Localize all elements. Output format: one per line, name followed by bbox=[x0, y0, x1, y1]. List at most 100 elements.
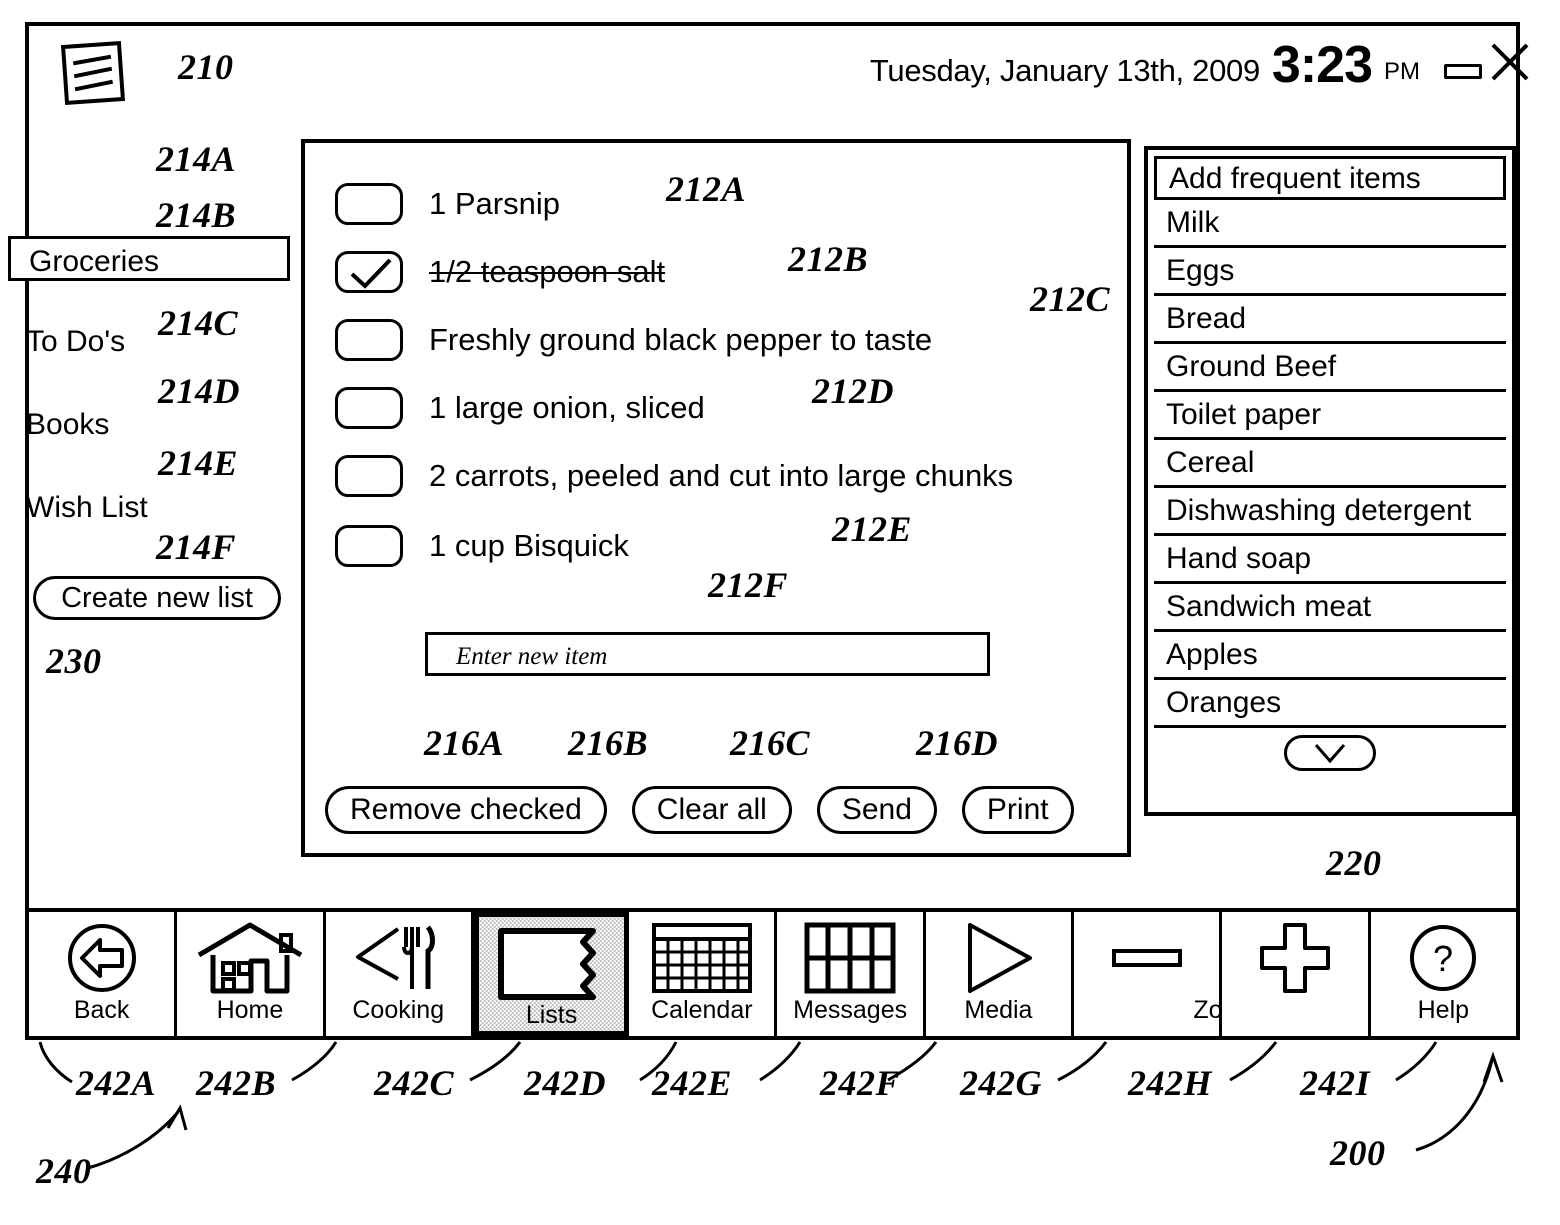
calendar-icon bbox=[651, 920, 753, 996]
remove-checked-label: Remove checked bbox=[350, 793, 582, 826]
create-new-list-button[interactable]: Create new list bbox=[33, 576, 281, 620]
minus-icon bbox=[1109, 920, 1185, 996]
document-icon bbox=[60, 40, 126, 106]
new-item-input[interactable]: Enter new item bbox=[425, 632, 990, 676]
ref-242I: 242I bbox=[1300, 1063, 1371, 1103]
frequent-item-row[interactable]: Apples bbox=[1154, 632, 1506, 680]
frequent-item-row[interactable]: Oranges bbox=[1154, 680, 1506, 728]
toolbar-item-cooking[interactable]: Cooking bbox=[325, 912, 474, 1036]
ref-230: 230 bbox=[46, 641, 102, 681]
frequent-item-row[interactable]: Eggs bbox=[1154, 248, 1506, 296]
toolbar-item-lists[interactable]: Lists bbox=[473, 912, 630, 1036]
print-label: Print bbox=[986, 793, 1049, 826]
frequent-item-row[interactable]: Bread bbox=[1154, 296, 1506, 344]
toolbar-item-label: Help bbox=[1417, 996, 1470, 1024]
minimize-icon[interactable] bbox=[1444, 64, 1482, 79]
header-date-time: Tuesday, January 13th, 2009 3:23 PM bbox=[869, 36, 1420, 94]
close-icon[interactable] bbox=[1490, 42, 1530, 82]
ref-200: 200 bbox=[1330, 1133, 1386, 1173]
list-item[interactable]: 1 cup Bisquick bbox=[335, 525, 629, 567]
toolbar-item-label: Back bbox=[73, 996, 130, 1024]
list-item[interactable]: 2 carrots, peeled and cut into large chu… bbox=[335, 455, 1013, 497]
toolbar-item-calendar[interactable]: Calendar bbox=[629, 912, 778, 1036]
frequent-item-label: Sandwich meat bbox=[1166, 590, 1372, 623]
back-arrow-icon bbox=[66, 920, 138, 996]
item-checkbox[interactable] bbox=[335, 183, 403, 225]
frequent-item-label: Ground Beef bbox=[1166, 350, 1337, 383]
list-action-bar: Remove checked Clear all Send Print bbox=[325, 786, 1074, 834]
toolbar-item-zoom-out[interactable]: Zoom Zoom bbox=[1074, 912, 1257, 1036]
clear-all-button[interactable]: Clear all bbox=[631, 786, 792, 834]
ref-242B: 242B bbox=[196, 1063, 277, 1103]
frequent-item-row[interactable]: Dishwashing detergent bbox=[1154, 488, 1506, 536]
item-checkbox[interactable] bbox=[335, 387, 403, 429]
svg-text:?: ? bbox=[1433, 938, 1453, 979]
ref-214C: 214C bbox=[158, 303, 239, 343]
ref-242E: 242E bbox=[652, 1063, 733, 1103]
frequent-item-row[interactable]: Hand soap bbox=[1154, 536, 1506, 584]
ref-242C: 242C bbox=[374, 1063, 455, 1103]
frequent-item-row[interactable]: Milk bbox=[1154, 200, 1506, 248]
frequent-item-label: Toilet paper bbox=[1166, 398, 1322, 431]
item-checkbox[interactable] bbox=[335, 319, 403, 361]
sidebar-item-books[interactable]: Books bbox=[8, 402, 290, 447]
ref-242A: 242A bbox=[76, 1063, 157, 1103]
item-checkbox-checked[interactable] bbox=[335, 251, 403, 293]
frequent-item-row[interactable]: Ground Beef bbox=[1154, 344, 1506, 392]
list-item[interactable]: 1 large onion, sliced bbox=[335, 387, 705, 429]
toolbar-item-home[interactable]: Home bbox=[177, 912, 326, 1036]
ref-216D: 216D bbox=[916, 723, 998, 763]
play-triangle-icon bbox=[958, 920, 1038, 996]
toolbar-item-messages[interactable]: Messages bbox=[777, 912, 926, 1036]
ref-220: 220 bbox=[1326, 843, 1382, 883]
frequent-item-label: Bread bbox=[1166, 302, 1247, 335]
create-new-list-label: Create new list bbox=[61, 581, 253, 614]
ref-242G: 242G bbox=[960, 1063, 1042, 1103]
ref-214B: 214B bbox=[156, 195, 237, 235]
toolbar-item-label: Home bbox=[216, 996, 284, 1024]
print-button[interactable]: Print bbox=[961, 786, 1074, 834]
frequent-item-row[interactable]: Cereal bbox=[1154, 440, 1506, 488]
list-sidebar: Groceries To Do's Books Wish List bbox=[8, 236, 290, 530]
frequent-item-row[interactable]: Toilet paper bbox=[1154, 392, 1506, 440]
item-checkbox[interactable] bbox=[335, 525, 403, 567]
list-item-label: 1 Parsnip bbox=[429, 186, 560, 221]
ref-242H: 242H bbox=[1128, 1063, 1213, 1103]
header-time: 3:23 bbox=[1271, 36, 1373, 94]
clear-all-label: Clear all bbox=[656, 793, 767, 826]
sidebar-item-wishlist[interactable]: Wish List bbox=[8, 485, 290, 530]
frequent-item-row[interactable]: Sandwich meat bbox=[1154, 584, 1506, 632]
toolbar-item-media[interactable]: Media bbox=[925, 912, 1075, 1036]
list-item-label: 1 cup Bisquick bbox=[429, 528, 629, 563]
sidebar-item-label: Books bbox=[26, 408, 110, 441]
ref-212B: 212B bbox=[788, 239, 869, 279]
bottom-toolbar: Back Home Cooking Lists Calendar Message… bbox=[25, 908, 1520, 1040]
ref-210: 210 bbox=[178, 47, 234, 87]
send-button[interactable]: Send bbox=[816, 786, 937, 834]
sidebar-item-groceries[interactable]: Groceries bbox=[8, 236, 290, 281]
ref-216A: 216A bbox=[424, 723, 505, 763]
ref-212C: 212C bbox=[1030, 279, 1111, 319]
list-item[interactable]: Freshly ground black pepper to taste bbox=[335, 319, 932, 361]
frequent-items-header[interactable]: Add frequent items bbox=[1154, 156, 1506, 200]
send-label: Send bbox=[841, 793, 912, 826]
list-item[interactable]: 1/2 teaspoon salt bbox=[335, 251, 665, 293]
list-item-label: 2 carrots, peeled and cut into large chu… bbox=[429, 458, 1014, 493]
header-ampm: PM bbox=[1384, 58, 1420, 85]
toolbar-item-help[interactable]: ? Help bbox=[1370, 912, 1516, 1036]
frequent-item-label: Hand soap bbox=[1166, 542, 1312, 575]
frequent-item-label: Apples bbox=[1166, 638, 1258, 671]
question-mark-icon: ? bbox=[1407, 920, 1479, 996]
toolbar-item-back[interactable]: Back bbox=[29, 912, 178, 1036]
toolbar-item-zoom-in[interactable]: Zoom bbox=[1222, 912, 1371, 1036]
remove-checked-button[interactable]: Remove checked bbox=[325, 786, 607, 834]
frequent-items-panel: Add frequent items Milk Eggs Bread Groun… bbox=[1144, 146, 1516, 816]
frequent-items-scroll-down-button[interactable] bbox=[1154, 728, 1506, 778]
list-item[interactable]: 1 Parsnip bbox=[335, 183, 560, 225]
ref-214E: 214E bbox=[158, 443, 239, 483]
frequent-item-label: Milk bbox=[1166, 206, 1220, 239]
item-checkbox[interactable] bbox=[335, 455, 403, 497]
ref-214F: 214F bbox=[156, 527, 237, 567]
sidebar-item-todos[interactable]: To Do's bbox=[8, 319, 290, 364]
header-date: Tuesday, January 13th, 2009 bbox=[869, 53, 1260, 88]
